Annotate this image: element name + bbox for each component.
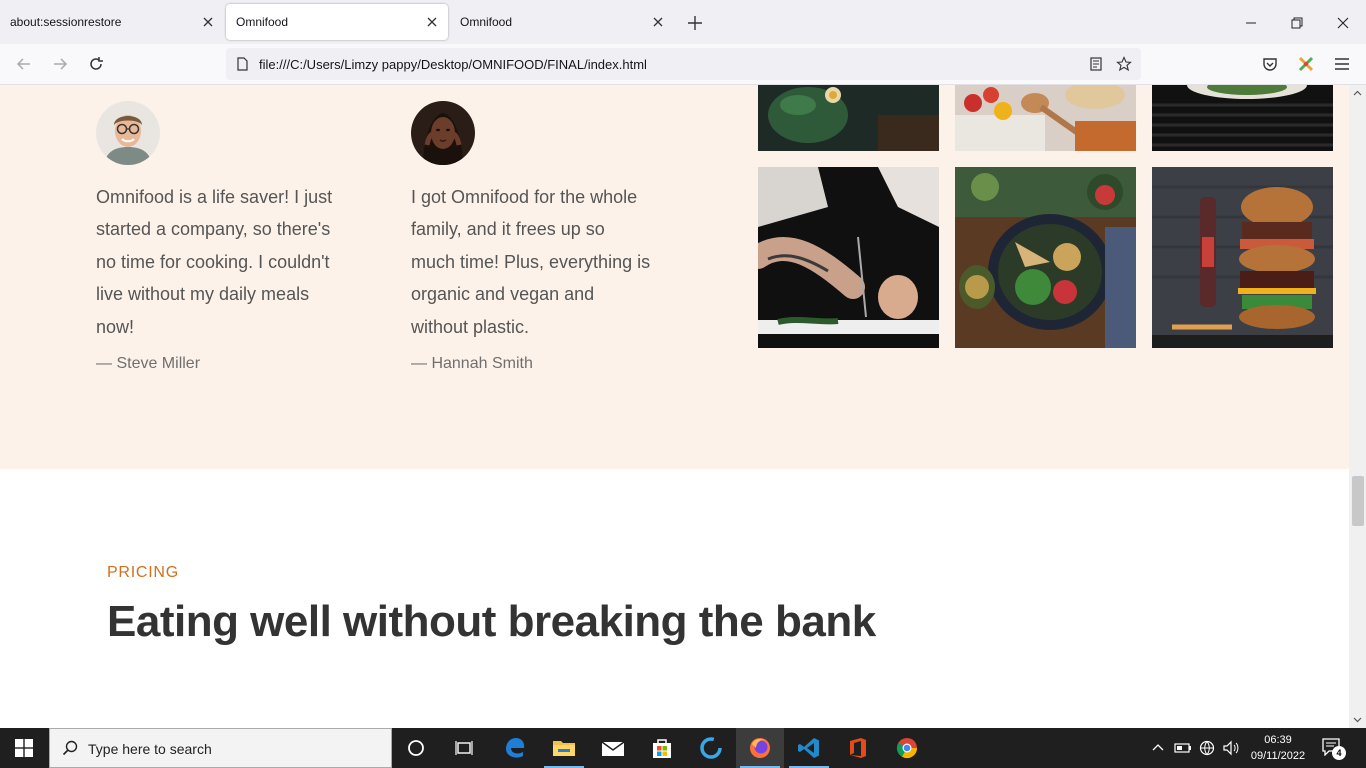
volume-icon[interactable] [1222,740,1240,756]
reload-icon[interactable] [86,54,106,74]
gallery-image-greens [758,85,939,151]
back-icon[interactable] [14,54,34,74]
gallery-image-dark-bowl [1152,85,1333,151]
close-tab-icon[interactable] [424,14,440,30]
store-app[interactable] [638,728,686,768]
edge-icon [506,738,525,758]
navigation-bar: file:///C:/Users/Limzy pappy/Desktop/OMN… [0,44,1366,85]
bookmark-star-icon[interactable] [1116,56,1132,72]
cortana-button[interactable] [392,728,440,768]
office-icon [850,738,866,758]
search-placeholder: Type here to search [88,741,212,757]
pricing-subheading: PRICING [107,564,179,581]
file-explorer-app[interactable] [540,728,588,768]
forward-icon[interactable] [50,54,70,74]
pocket-icon[interactable] [1260,54,1280,74]
testimonial-text: Omnifood is a life saver! I just started… [96,187,333,337]
url-bar[interactable]: file:///C:/Users/Limzy pappy/Desktop/OMN… [226,48,1141,80]
avatar-hannah [411,101,475,165]
taskbar: Type here to search 06:39 09/11/2022 4 [0,728,1366,768]
battery-icon[interactable] [1174,740,1192,756]
office-app[interactable] [834,728,882,768]
gallery-image-salad-bowl [955,167,1136,348]
cortana-icon [408,740,424,756]
task-view-button[interactable] [440,728,488,768]
tab-title: Omnifood [236,15,289,29]
task-view-icon [455,741,473,755]
close-tab-icon[interactable] [200,14,216,30]
close-tab-icon[interactable] [650,14,666,30]
testimonial-text: I got Omnifood for the whole family, and… [411,187,651,337]
minimize-icon[interactable] [1240,12,1262,34]
edge-app[interactable] [491,728,539,768]
testimonial-author: — Steve Miller [96,355,201,372]
gallery-image-ingredients [955,85,1136,151]
gallery-image-chef [758,167,939,348]
tab-title: Omnifood [460,15,513,29]
tab-bar: about:sessionrestore Omnifood Omnifood [0,0,1366,44]
close-window-icon[interactable] [1332,12,1354,34]
notification-count: 4 [1332,746,1346,760]
circular-app-icon [700,737,722,759]
store-icon [653,739,671,758]
network-icon[interactable] [1198,740,1216,756]
scroll-down-icon[interactable] [1353,715,1362,724]
tab-sessionrestore[interactable]: about:sessionrestore [0,4,224,40]
avatar-steve [96,101,160,165]
url-text[interactable]: file:///C:/Users/Limzy pappy/Desktop/OMN… [259,57,647,72]
tab-omnifood[interactable]: Omnifood [450,4,674,40]
action-center-button[interactable]: 4 [1322,738,1348,760]
clock-time: 06:39 [1264,734,1292,746]
start-button[interactable] [0,728,48,768]
sync-app[interactable] [687,728,735,768]
vscode-icon [798,738,819,758]
firefox-icon [750,738,770,758]
page-icon [237,57,248,71]
chrome-icon [896,738,918,759]
search-icon [62,740,78,756]
mail-app[interactable] [589,728,637,768]
system-clock[interactable]: 06:39 09/11/2022 [1246,732,1310,764]
tab-title: about:sessionrestore [10,15,122,29]
testimonial-author: — Hannah Smith [411,355,533,372]
page-viewport: Omnifood is a life saver! I just started… [0,85,1349,728]
vscode-app[interactable] [785,728,833,768]
taskbar-search[interactable]: Type here to search [49,728,392,768]
show-hidden-icons-icon[interactable] [1152,742,1164,754]
scroll-up-icon[interactable] [1353,89,1362,98]
clock-date: 09/11/2022 [1250,750,1306,762]
gallery-image-burger [1152,167,1333,348]
chrome-app[interactable] [883,728,931,768]
extension-icon[interactable] [1296,54,1316,74]
reader-view-icon[interactable] [1088,56,1104,72]
new-tab-icon[interactable] [684,12,706,34]
menu-icon[interactable] [1332,54,1352,74]
testimonials-section: Omnifood is a life saver! I just started… [0,85,1349,469]
pricing-heading: Eating well without breaking the bank [107,597,876,646]
windows-logo-icon [15,739,33,757]
page-scrollbar[interactable] [1349,85,1366,728]
mail-icon [601,741,625,756]
tab-omnifood-active[interactable]: Omnifood [226,4,448,40]
firefox-app[interactable] [736,728,784,768]
folder-icon [553,741,575,756]
restore-icon[interactable] [1286,12,1308,34]
scroll-thumb[interactable] [1352,476,1364,526]
